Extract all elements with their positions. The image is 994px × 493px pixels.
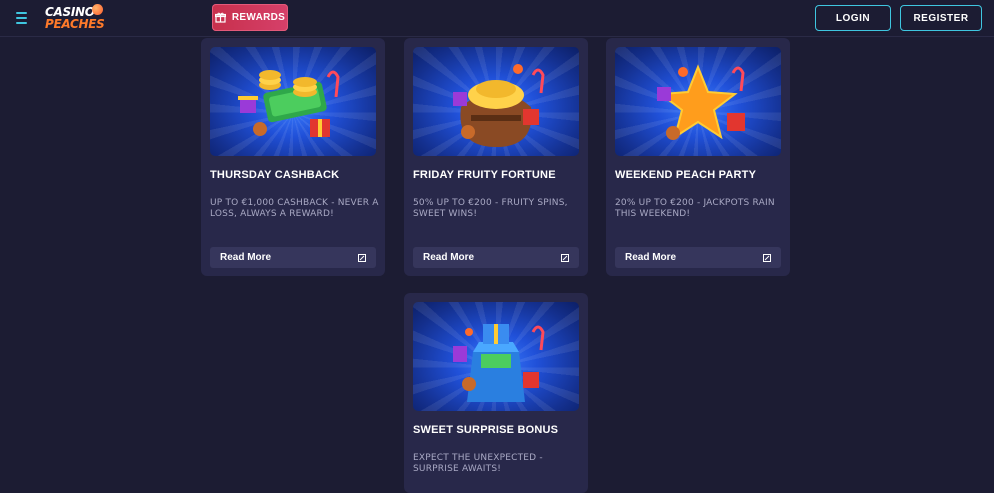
promotion-image: [615, 47, 781, 156]
promotion-title: SWEET SURPRISE BONUS: [413, 424, 559, 436]
promotion-description: UP TO €1,000 CASHBACK - NEVER A LOSS, AL…: [210, 198, 379, 219]
promotion-image: [413, 302, 579, 411]
register-button[interactable]: REGISTER: [900, 5, 982, 31]
promotion-card: THURSDAY CASHBACK UP TO €1,000 CASHBACK …: [201, 38, 385, 276]
promotion-image: [210, 47, 376, 156]
promotion-title: WEEKEND PEACH PARTY: [615, 169, 757, 181]
promotion-card: WEEKEND PEACH PARTY 20% UP TO €200 - JAC…: [606, 38, 790, 276]
promotion-title: FRIDAY FRUITY FORTUNE: [413, 169, 556, 181]
read-more-label: Read More: [625, 252, 677, 263]
rewards-label: REWARDS: [231, 12, 286, 23]
promotion-title: THURSDAY CASHBACK: [210, 169, 340, 181]
promotion-card: FRIDAY FRUITY FORTUNE 50% UP TO €200 - F…: [404, 38, 588, 276]
gift-icon: [214, 12, 226, 23]
rewards-button[interactable]: REWARDS: [212, 4, 288, 31]
read-more-label: Read More: [423, 252, 475, 263]
promotion-card: SWEET SURPRISE BONUS EXPECT THE UNEXPECT…: [404, 293, 588, 493]
read-more-button[interactable]: Read More: [413, 247, 579, 268]
promotion-image: [413, 47, 579, 156]
hamburger-menu-icon[interactable]: [10, 7, 32, 29]
login-button[interactable]: LOGIN: [815, 5, 891, 31]
read-more-label: Read More: [220, 252, 272, 263]
top-navigation-bar: CASINO PEACHES REWARDS LOGIN REGISTER: [0, 0, 994, 37]
peach-logo-icon: [92, 4, 103, 15]
promotion-description: EXPECT THE UNEXPECTED - SURPRISE AWAITS!: [413, 453, 543, 474]
promotion-description: 20% UP TO €200 - JACKPOTS RAIN THIS WEEK…: [615, 198, 775, 219]
external-link-icon: [763, 253, 771, 262]
read-more-button[interactable]: Read More: [615, 247, 781, 268]
logo-line-2: PEACHES: [45, 17, 105, 31]
external-link-icon: [561, 253, 569, 262]
promotion-description: 50% UP TO €200 - FRUITY SPINS, SWEET WIN…: [413, 198, 568, 219]
external-link-icon: [358, 253, 366, 262]
read-more-button[interactable]: Read More: [210, 247, 376, 268]
